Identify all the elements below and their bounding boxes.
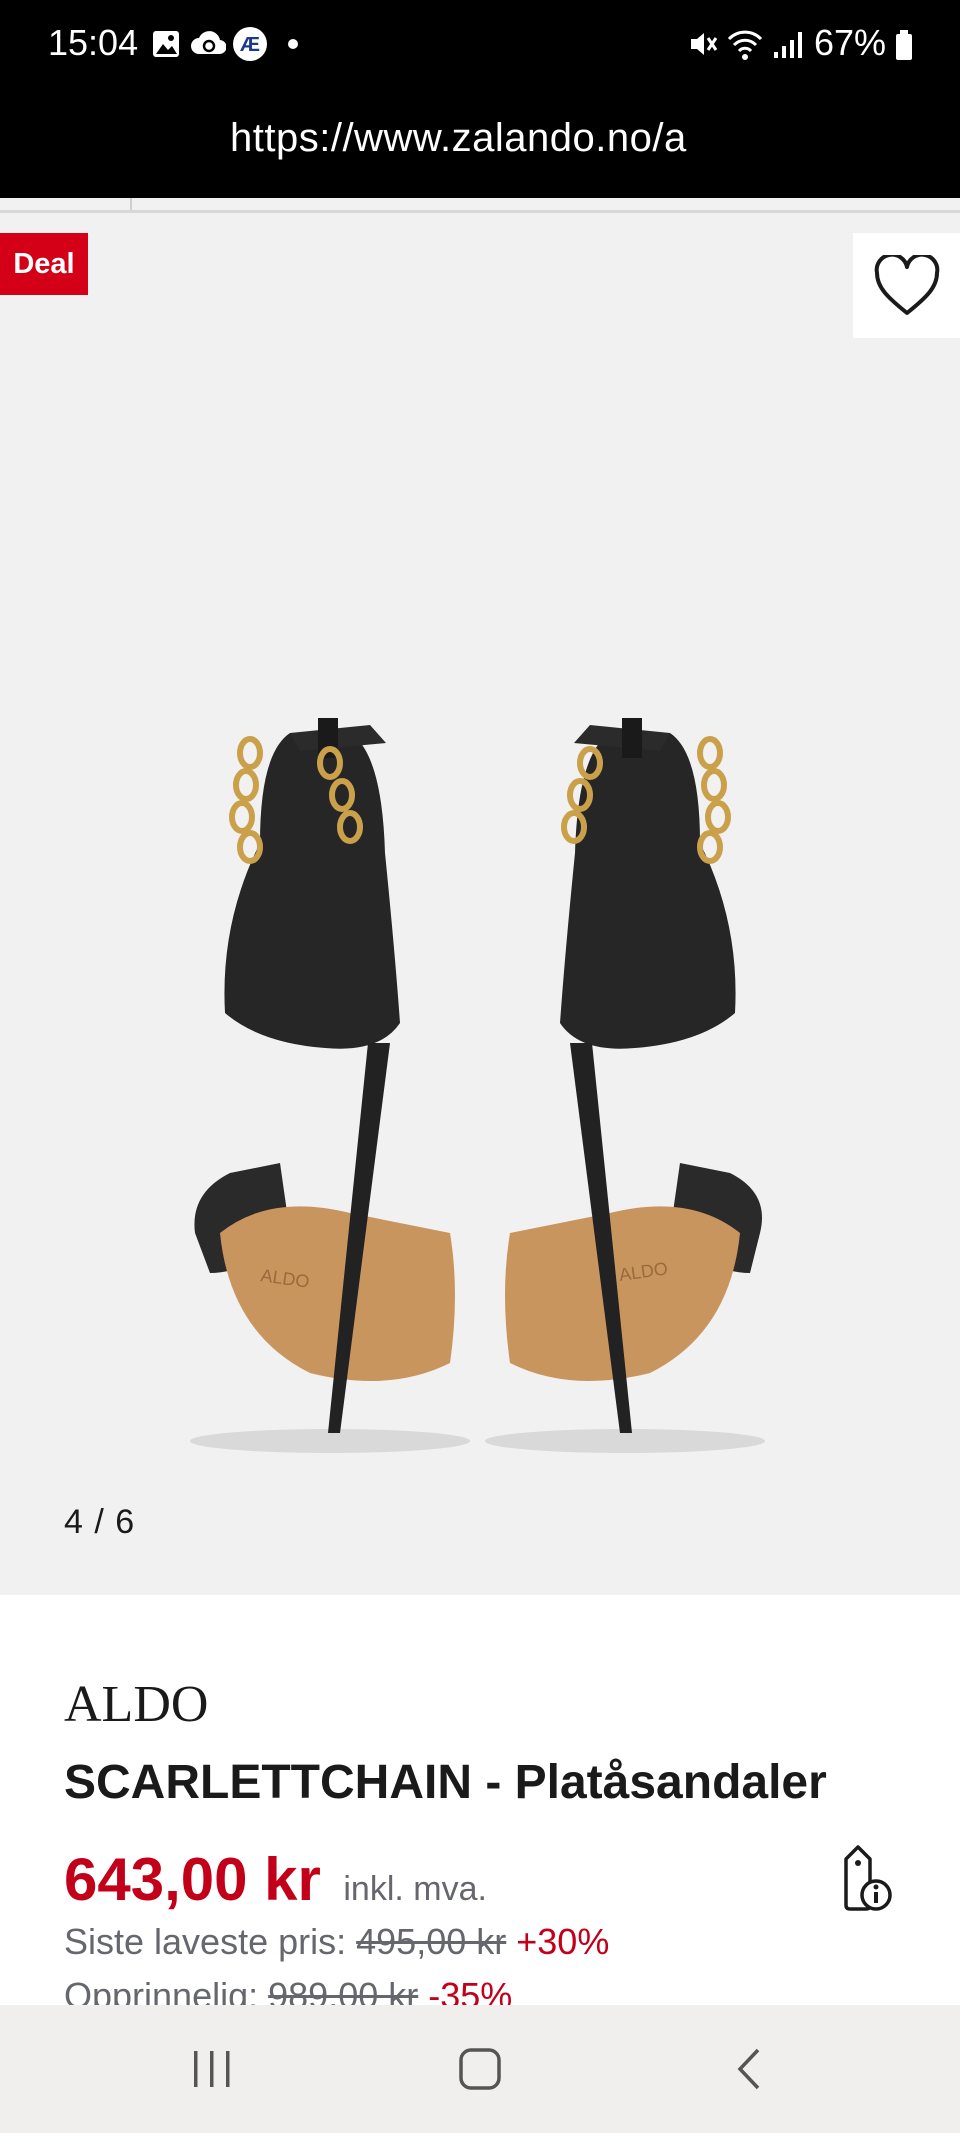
image-counter: 4 / 6 [64,1503,136,1541]
heart-icon [874,254,939,315]
url-text[interactable]: https://www.zalando.no/a [230,116,720,161]
product-title: SCARLETTCHAIN - Platåsandaler [64,1756,827,1809]
lowest-price-row: Siste laveste pris: 495,00 kr +30% [64,1921,609,1963]
battery-percentage: 67% [814,22,887,63]
price-row: 643,00 kr inkl. mva. [64,1845,487,1914]
status-time: 15:04 [48,22,139,63]
lowest-price-change: +30% [516,1921,610,1962]
lowest-price-label: Siste laveste pris: [64,1921,347,1962]
product-info: ALDO SCARLETTCHAIN - Platåsandaler 643,0… [0,1595,960,2016]
status-bar: 15:04 Æ 67% [0,0,960,88]
dot-icon [288,39,298,49]
battery-icon [896,30,912,60]
back-icon[interactable] [734,2047,764,2091]
lowest-price-value: 495,00 kr [356,1921,507,1962]
product-image-gallery[interactable]: Deal ALDO ALDO 4 / 6 [0,213,960,1595]
svg-text:Æ: Æ [240,34,260,56]
app-notification-icon: Æ [233,27,267,61]
deal-badge: Deal [0,233,88,295]
home-icon[interactable] [458,2047,502,2091]
mute-icon [691,33,718,55]
price-tag-info-icon[interactable] [832,1843,896,1915]
left-shoe: ALDO [150,573,455,1453]
product-photo: ALDO ALDO [150,573,765,1453]
recent-apps-icon[interactable] [190,2049,234,2089]
signal-icon [774,32,802,58]
gallery-icon [153,31,179,57]
wifi-icon [727,30,763,60]
cloud-sync-icon [191,31,226,55]
browser-url-bar: https://www.zalando.no/a [0,88,960,246]
system-navigation-bar [0,2005,960,2133]
wishlist-button[interactable] [853,233,960,338]
brand-name[interactable]: ALDO [64,1675,208,1734]
current-price: 643,00 kr [64,1846,321,1913]
vat-note: inkl. mva. [343,1870,487,1908]
page-tabs-strip [0,198,960,213]
right-shoe: ALDO [505,718,762,1433]
tab-divider [130,198,132,210]
